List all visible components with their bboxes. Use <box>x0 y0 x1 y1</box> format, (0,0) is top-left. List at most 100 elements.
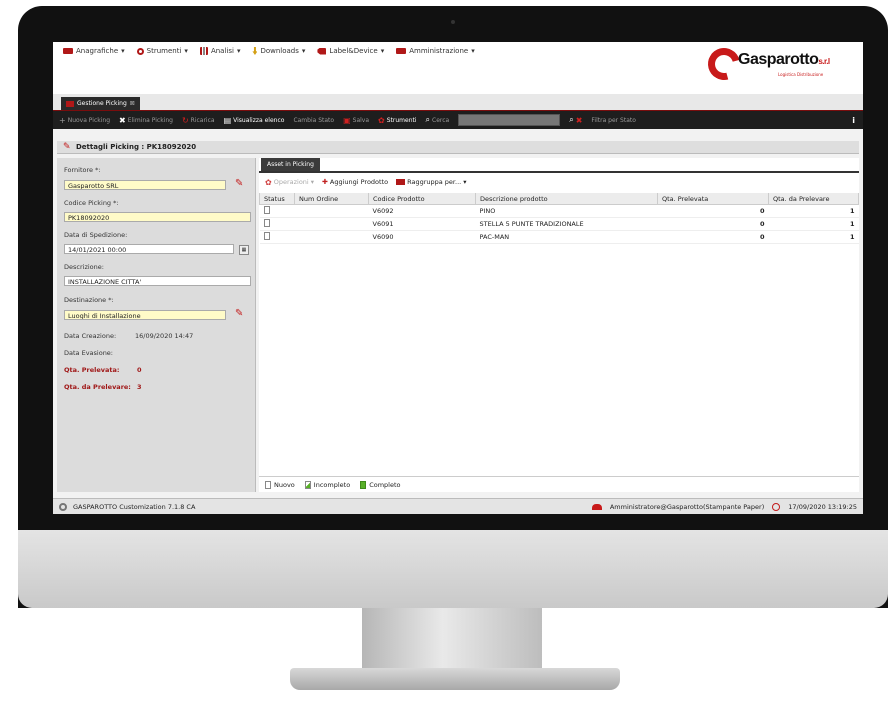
pencil-icon[interactable]: ✎ <box>235 308 243 319</box>
prelevata-cell: 0 <box>657 217 769 231</box>
codice-label: Codice Picking *: <box>64 199 119 207</box>
prelevata-cell: 0 <box>657 204 769 218</box>
gear-icon: ✿ <box>378 115 385 125</box>
col-qta-da-prelevare[interactable]: Qta. da Prelevare <box>768 193 859 205</box>
admin-icon <box>396 48 407 54</box>
col-qta-prelevata[interactable]: Qta. Prelevata <box>657 193 769 205</box>
table-header-row: Status Num Ordine Codice Prodotto Descri… <box>259 193 859 205</box>
search-input[interactable] <box>458 114 561 126</box>
table-row[interactable]: V6091 STELLA 5 PUNTE TRADIZIONALE 0 1 <box>259 217 859 231</box>
logo-tagline: Logistica Distribuzione <box>778 72 824 77</box>
reload-button[interactable]: ↻ Ricarica <box>182 116 215 125</box>
tab-gestione-picking[interactable]: Gestione Picking ⊠ <box>61 97 140 110</box>
da-prelevare-cell: 1 <box>768 204 859 218</box>
list-icon: ▤ <box>223 115 232 125</box>
data-creazione-label: Data Creazione: <box>64 332 117 340</box>
asset-panel: Asset in Picking ✿ Operazioni ▾ ✚ Aggiungi … <box>259 158 859 492</box>
new-picking-button[interactable]: + Nuova Picking <box>59 116 110 125</box>
partial-document-icon <box>304 480 311 489</box>
document-icon <box>265 480 271 489</box>
descrizione-field[interactable]: INSTALLAZIONE CITTA' <box>64 276 251 286</box>
caret-icon: ▾ <box>121 47 125 55</box>
legend-partial: Incompleto <box>304 480 350 489</box>
menu-anagrafiche[interactable]: Anagrafiche ▾ <box>63 47 125 55</box>
caret-icon: ▾ <box>463 178 467 186</box>
menu-downloads[interactable]: Downloads ▾ <box>252 47 305 55</box>
codice-cell: V6092 <box>368 204 476 218</box>
tab-asset-in-picking[interactable]: Asset in Picking <box>261 158 320 171</box>
filter-state-button[interactable]: Filtra per Stato <box>591 117 636 124</box>
menu-label: Downloads <box>260 47 299 55</box>
group-by-button[interactable]: Raggruppa per... ▾ <box>396 178 466 186</box>
menu-strumenti[interactable]: Strumenti ▾ <box>136 47 188 55</box>
status-left: GASPAROTTO Customization 7.1.8 CA <box>53 503 195 511</box>
asset-toolbar: ✿ Operazioni ▾ ✚ Aggiungi Prodotto Raggrupp… <box>259 176 466 188</box>
label-icon <box>317 47 327 55</box>
change-state-button[interactable]: Cambia Stato <box>293 117 334 124</box>
details-title: Dettagli Picking : PK18092020 <box>76 143 197 151</box>
descrizione-cell: PINO <box>475 204 658 218</box>
search-label: ⌕ Cerca <box>425 115 450 124</box>
view-list-button[interactable]: ▤ Visualizza elenco <box>224 116 285 125</box>
clock-icon <box>772 503 781 511</box>
status-cell <box>259 217 295 231</box>
num-ordine-cell <box>294 217 369 231</box>
save-button[interactable]: ▣ Salva <box>343 116 369 125</box>
menu-label: Amministrazione <box>409 47 469 55</box>
caret-icon: ▾ <box>184 47 188 55</box>
menu-amministrazione[interactable]: Amministrazione ▾ <box>396 47 475 55</box>
search-icon: ⌕ <box>425 115 431 124</box>
menu-label-device[interactable]: Label&Device ▾ <box>317 47 384 55</box>
delete-picking-button[interactable]: ✖ Elimina Picking <box>119 116 173 125</box>
app-logo-icon <box>59 503 67 511</box>
legend-complete: Completo <box>360 480 401 489</box>
data-spedizione-field[interactable]: 14/01/2021 00:00 <box>64 244 234 254</box>
caret-icon: ▾ <box>310 178 314 186</box>
group-icon <box>396 179 406 185</box>
qta-da-prelevare-label: Qta. da Prelevare: <box>64 383 131 391</box>
picking-icon <box>66 100 74 107</box>
caret-icon: ▾ <box>471 47 475 55</box>
current-user[interactable]: Amministratore@Gasparotto(Stampante Pape… <box>610 503 764 511</box>
col-descrizione[interactable]: Descrizione prodotto <box>475 193 658 205</box>
pencil-icon[interactable]: ✎ <box>235 178 243 189</box>
monitor-chin <box>18 530 888 608</box>
tools-button[interactable]: ✿ Strumenti <box>378 116 417 125</box>
close-icon[interactable]: ⊠ <box>130 100 135 107</box>
calendar-icon[interactable]: ▦ <box>239 245 249 255</box>
qta-prelevata-value: 0 <box>137 366 142 374</box>
codice-cell: V6091 <box>368 217 476 231</box>
menu-analisi[interactable]: Analisi ▾ <box>199 47 241 55</box>
add-product-button[interactable]: ✚ Aggiungi Prodotto <box>322 178 388 186</box>
col-status[interactable]: Status <box>259 193 295 205</box>
data-evasione-label: Data Evasione: <box>64 349 114 357</box>
legend-new: Nuovo <box>265 480 295 489</box>
monitor-stand-foot <box>290 668 620 690</box>
table-row[interactable]: V6092 PINO 0 1 <box>259 204 859 218</box>
fornitore-field[interactable]: Gasparotto SRL <box>64 180 226 190</box>
codice-field[interactable]: PK18092020 <box>64 212 251 222</box>
asset-table: Status Num Ordine Codice Prodotto Descri… <box>259 193 859 244</box>
status-legend: Nuovo Incompleto Completo <box>259 476 859 492</box>
col-num-ordine[interactable]: Num Ordine <box>294 193 369 205</box>
search-tools[interactable]: ⌕ ✖ <box>569 115 582 125</box>
table-row[interactable]: V6090 PAC-MAN 0 1 <box>259 230 859 244</box>
reload-icon: ↻ <box>181 115 189 125</box>
document-icon <box>263 219 270 227</box>
operations-button[interactable]: ✿ Operazioni ▾ <box>265 178 314 187</box>
fornitore-label: Fornitore *: <box>64 166 101 174</box>
da-prelevare-cell: 1 <box>768 230 859 244</box>
document-icon <box>263 232 270 240</box>
caret-icon: ▾ <box>236 47 241 55</box>
qta-prelevata-label: Qta. Prelevata: <box>64 366 120 374</box>
caret-icon: ▾ <box>301 47 306 55</box>
status-cell <box>259 230 295 244</box>
destinazione-field[interactable]: Luoghi di Installazione <box>64 310 226 320</box>
menu-label: Label&Device <box>329 47 378 55</box>
picking-form: Fornitore *: Gasparotto SRL ✎ Codice Pic… <box>57 158 256 492</box>
col-codice-prodotto[interactable]: Codice Prodotto <box>368 193 476 205</box>
destinazione-label: Destinazione *: <box>64 296 114 304</box>
da-prelevare-cell: 1 <box>768 217 859 231</box>
status-cell <box>259 204 295 218</box>
info-button[interactable]: i <box>852 116 855 125</box>
